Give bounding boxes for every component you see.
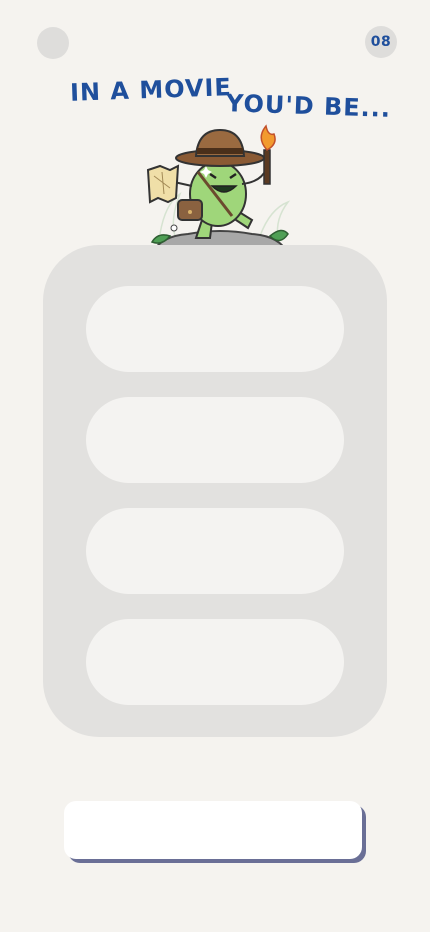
leaf-right (268, 229, 289, 242)
question-line-1: IN A MOVIE (69, 73, 233, 107)
question-line-2: YOU'D BE... (225, 89, 392, 123)
torch (263, 149, 271, 185)
option-3[interactable] (86, 508, 344, 594)
continue-button[interactable] (64, 801, 362, 859)
back-button[interactable] (37, 27, 69, 59)
option-4[interactable] (86, 619, 344, 705)
option-2[interactable] (86, 397, 344, 483)
explorer-mascot-illustration (146, 124, 291, 255)
step-counter: 08 (365, 26, 397, 58)
options-panel (43, 245, 387, 737)
option-1[interactable] (86, 286, 344, 372)
torch-flame (260, 124, 276, 151)
